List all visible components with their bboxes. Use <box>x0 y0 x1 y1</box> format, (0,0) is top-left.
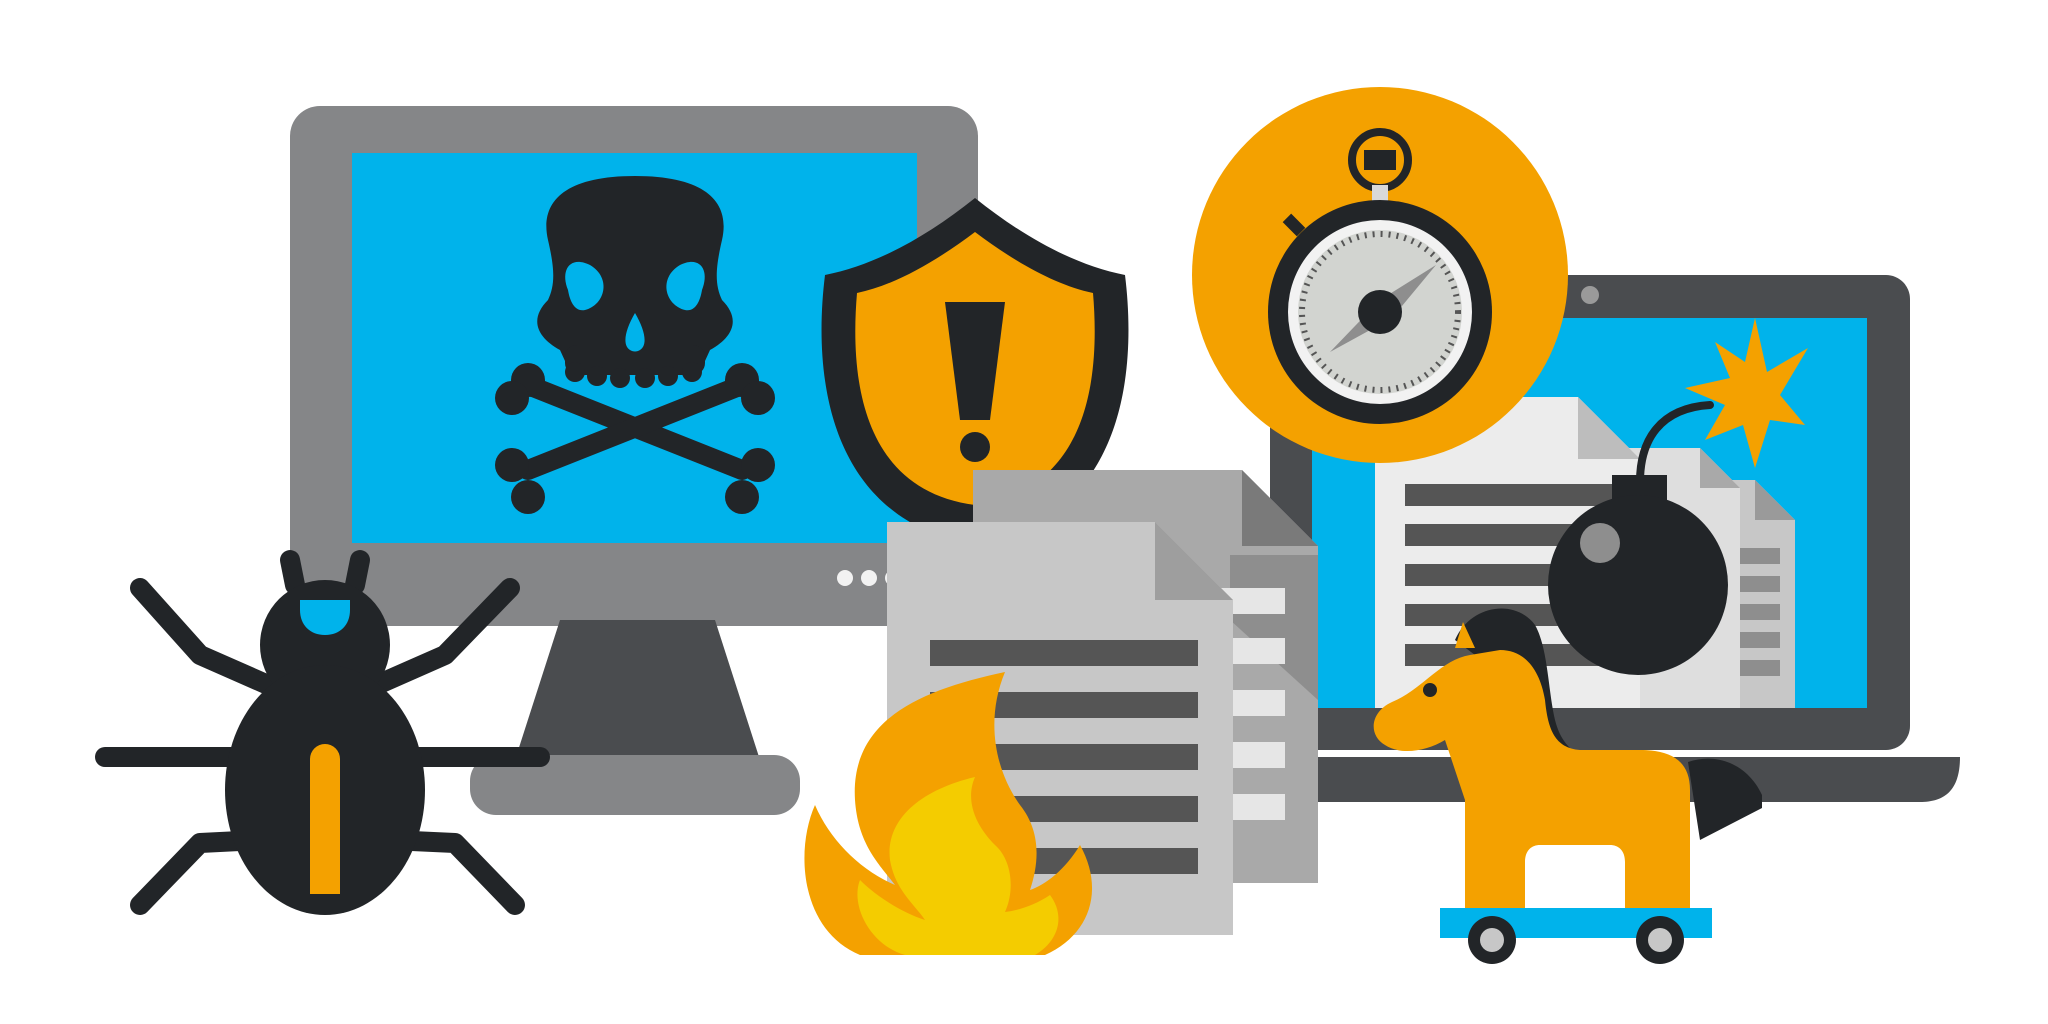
security-threats-illustration <box>95 87 1960 964</box>
stopwatch-icon <box>1192 87 1568 463</box>
bug-icon <box>95 550 550 915</box>
